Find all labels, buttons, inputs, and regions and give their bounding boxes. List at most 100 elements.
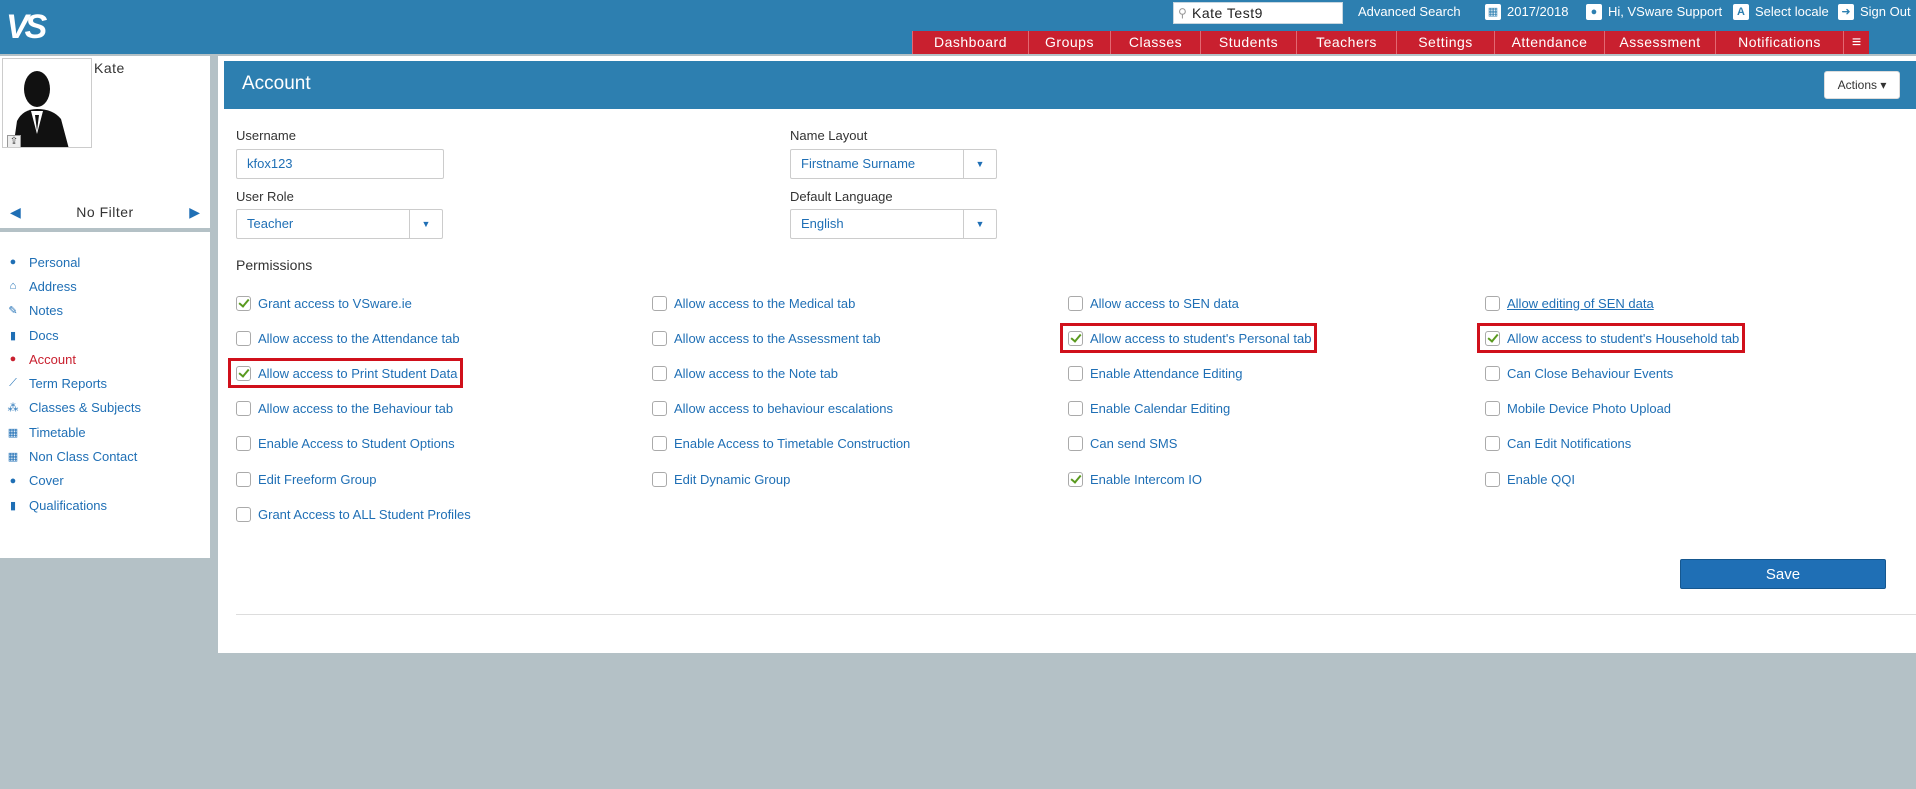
permission-enable-calendar-editing[interactable]: Enable Calendar Editing (1068, 398, 1230, 420)
permission-checkbox[interactable] (236, 471, 251, 487)
student-search-input[interactable] (1192, 5, 1337, 21)
permission-label[interactable]: Allow access to behaviour escalations (674, 401, 893, 416)
permission-grant-access-to-vsware-ie[interactable]: Grant access to VSware.ie (236, 292, 412, 314)
permission-can-close-behaviour-events[interactable]: Can Close Behaviour Events (1485, 362, 1673, 384)
permission-enable-access-to-student-options[interactable]: Enable Access to Student Options (236, 433, 455, 455)
next-student-icon[interactable]: ▶ (189, 204, 200, 221)
hamburger-menu-icon[interactable]: ≡ (1843, 31, 1869, 54)
permission-label[interactable]: Allow access to the Behaviour tab (258, 401, 453, 416)
nav-students[interactable]: Students (1200, 31, 1296, 54)
default-language-select[interactable]: English ▼ (790, 209, 997, 239)
permission-can-send-sms[interactable]: Can send SMS (1068, 433, 1177, 455)
permission-label[interactable]: Enable Access to Timetable Construction (674, 436, 910, 451)
sidebar-item-address[interactable]: ⌂ Address (6, 274, 141, 298)
permission-label[interactable]: Can Close Behaviour Events (1507, 366, 1673, 381)
sidebar-item-account[interactable]: ● Account (6, 347, 141, 371)
permission-checkbox[interactable] (1068, 401, 1083, 417)
name-layout-select[interactable]: Firstname Surname ▼ (790, 149, 997, 179)
sidebar-item-notes[interactable]: ✎ Notes (6, 299, 141, 323)
permission-checkbox[interactable] (1485, 401, 1500, 417)
sidebar-item-term-reports[interactable]: ⟋ Term Reports (6, 371, 141, 395)
permission-mobile-device-photo-upload[interactable]: Mobile Device Photo Upload (1485, 398, 1671, 420)
student-search-box[interactable]: ⚲ (1173, 2, 1343, 24)
sidebar-item-personal[interactable]: ● Personal (6, 250, 141, 274)
permission-label[interactable]: Enable QQI (1507, 472, 1575, 487)
permission-label[interactable]: Enable Attendance Editing (1090, 366, 1243, 381)
permission-checkbox[interactable] (1068, 365, 1083, 381)
permission-grant-access-to-all-student-profiles[interactable]: Grant Access to ALL Student Profiles (236, 503, 471, 525)
permission-enable-attendance-editing[interactable]: Enable Attendance Editing (1068, 362, 1243, 384)
permission-checkbox[interactable] (1068, 471, 1083, 487)
permission-label[interactable]: Mobile Device Photo Upload (1507, 401, 1671, 416)
permission-checkbox[interactable] (236, 506, 251, 522)
permission-label[interactable]: Allow access to the Note tab (674, 366, 838, 381)
nav-assessment[interactable]: Assessment (1604, 31, 1715, 54)
permission-checkbox[interactable] (652, 436, 667, 452)
permission-checkbox[interactable] (236, 330, 251, 346)
username-input[interactable]: kfox123 (236, 149, 444, 179)
permission-edit-freeform-group[interactable]: Edit Freeform Group (236, 468, 377, 490)
permission-allow-access-to-the-assessment-tab[interactable]: Allow access to the Assessment tab (652, 327, 881, 349)
permission-label[interactable]: Grant Access to ALL Student Profiles (258, 507, 471, 522)
permission-allow-access-to-sen-data[interactable]: Allow access to SEN data (1068, 292, 1239, 314)
academic-year-selector[interactable]: ▦ 2017/2018 (1485, 3, 1568, 21)
chevron-down-icon[interactable]: ▼ (409, 210, 442, 238)
permission-checkbox[interactable] (652, 365, 667, 381)
permission-allow-access-to-behaviour-escalations[interactable]: Allow access to behaviour escalations (652, 398, 893, 420)
upload-photo-icon[interactable]: ⇪ (7, 135, 21, 147)
permission-checkbox[interactable] (236, 401, 251, 417)
permission-checkbox[interactable] (1485, 295, 1500, 311)
permission-label[interactable]: Allow access to the Medical tab (674, 296, 855, 311)
permission-allow-access-to-the-note-tab[interactable]: Allow access to the Note tab (652, 362, 838, 384)
permission-allow-editing-of-sen-data[interactable]: Allow editing of SEN data (1485, 292, 1654, 314)
nav-settings[interactable]: Settings (1396, 31, 1494, 54)
permission-checkbox[interactable] (652, 295, 667, 311)
permission-label[interactable]: Enable Access to Student Options (258, 436, 455, 451)
sidebar-item-classes-subjects[interactable]: ⁂ Classes & Subjects (6, 396, 142, 420)
permission-checkbox[interactable] (652, 471, 667, 487)
nav-teachers[interactable]: Teachers (1296, 31, 1396, 54)
permission-label[interactable]: Grant access to VSware.ie (258, 296, 412, 311)
permission-label[interactable]: Allow access to the Assessment tab (674, 331, 881, 346)
permission-label[interactable]: Allow access to SEN data (1090, 296, 1239, 311)
vsware-logo[interactable]: VS (6, 8, 48, 46)
permission-label[interactable]: Allow access to the Attendance tab (258, 331, 460, 346)
permission-checkbox[interactable] (1068, 295, 1083, 311)
permission-edit-dynamic-group[interactable]: Edit Dynamic Group (652, 468, 790, 490)
nav-notifications[interactable]: Notifications (1715, 31, 1843, 54)
sidebar-item-docs[interactable]: ▮ Docs (6, 323, 141, 347)
sign-out-link[interactable]: ➜ Sign Out (1838, 3, 1911, 21)
permission-allow-access-to-the-medical-tab[interactable]: Allow access to the Medical tab (652, 292, 855, 314)
permission-enable-intercom-io[interactable]: Enable Intercom IO (1068, 468, 1202, 490)
sidebar-item-qualifications[interactable]: ▮ Qualifications (6, 493, 141, 517)
permission-label[interactable]: Edit Dynamic Group (674, 472, 790, 487)
chevron-down-icon[interactable]: ▼ (963, 210, 996, 238)
user-menu[interactable]: ● Hi, VSware Support (1586, 3, 1722, 21)
sidebar-item-timetable[interactable]: ▦ Timetable (6, 420, 141, 444)
permission-allow-access-to-the-attendance-tab[interactable]: Allow access to the Attendance tab (236, 327, 460, 349)
permission-enable-qqi[interactable]: Enable QQI (1485, 468, 1575, 490)
permission-checkbox[interactable] (1485, 365, 1500, 381)
permission-label[interactable]: Can send SMS (1090, 436, 1177, 451)
nav-attendance[interactable]: Attendance (1494, 31, 1604, 54)
permission-checkbox[interactable] (1485, 436, 1500, 452)
user-role-select[interactable]: Teacher ▼ (236, 209, 443, 239)
permission-checkbox[interactable] (652, 401, 667, 417)
chevron-down-icon[interactable]: ▼ (963, 150, 996, 178)
permission-label[interactable]: Can Edit Notifications (1507, 436, 1631, 451)
permission-enable-access-to-timetable-construction[interactable]: Enable Access to Timetable Construction (652, 433, 910, 455)
permission-checkbox[interactable] (652, 330, 667, 346)
save-button[interactable]: Save (1680, 559, 1886, 589)
permission-label[interactable]: Allow editing of SEN data (1507, 296, 1654, 311)
advanced-search-link[interactable]: Advanced Search (1358, 3, 1461, 21)
permission-checkbox[interactable] (1068, 436, 1083, 452)
sidebar-item-non-class-contact[interactable]: ▦ Non Class Contact (6, 444, 141, 468)
permission-label[interactable]: Enable Intercom IO (1090, 472, 1202, 487)
select-locale-link[interactable]: A Select locale (1733, 3, 1829, 21)
nav-dashboard[interactable]: Dashboard (912, 31, 1028, 54)
nav-groups[interactable]: Groups (1028, 31, 1110, 54)
permission-allow-access-to-the-behaviour-tab[interactable]: Allow access to the Behaviour tab (236, 398, 453, 420)
permission-label[interactable]: Edit Freeform Group (258, 472, 377, 487)
permission-label[interactable]: Enable Calendar Editing (1090, 401, 1230, 416)
permission-checkbox[interactable] (236, 436, 251, 452)
